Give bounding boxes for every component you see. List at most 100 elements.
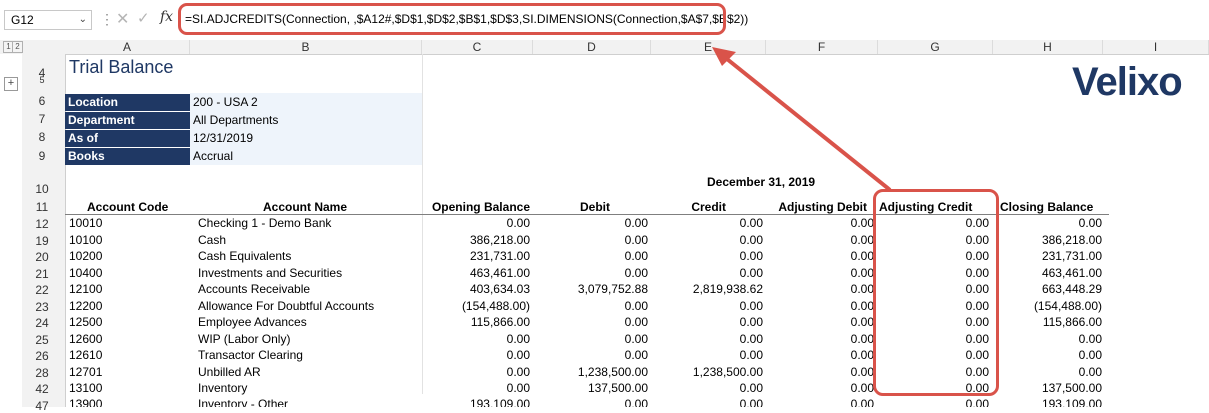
cell-adjusting-debit[interactable]: 0.00 <box>766 348 874 362</box>
cell-adjusting-debit[interactable]: 0.00 <box>766 249 874 263</box>
cell-adjusting-debit[interactable]: 0.00 <box>766 266 874 280</box>
cell-opening-balance[interactable]: 0.00 <box>422 348 530 362</box>
row-number[interactable]: 5 <box>22 75 62 85</box>
cell-opening-balance[interactable]: 0.00 <box>422 216 530 230</box>
column-header-c[interactable]: C <box>422 40 533 54</box>
cell-adjusting-debit[interactable]: 0.00 <box>766 397 874 407</box>
cell-opening-balance[interactable]: 386,218.00 <box>422 233 530 247</box>
cell-account-name[interactable]: Transactor Clearing <box>198 348 303 362</box>
cell-closing-balance[interactable]: 463,461.00 <box>993 266 1102 280</box>
cell-opening-balance[interactable]: 115,866.00 <box>422 315 530 329</box>
cell-credit[interactable]: 0.00 <box>651 315 763 329</box>
cell-debit[interactable]: 0.00 <box>533 397 648 407</box>
cell-debit[interactable]: 0.00 <box>533 266 648 280</box>
cell-adjusting-debit[interactable]: 0.00 <box>766 299 874 313</box>
cell-opening-balance[interactable]: 0.00 <box>422 365 530 379</box>
cell-adjusting-debit[interactable]: 0.00 <box>766 381 874 395</box>
filter-value-as-of[interactable]: 12/31/2019 <box>190 130 422 147</box>
insert-function-icon[interactable]: fx <box>160 9 173 25</box>
cell-account-code[interactable]: 12100 <box>69 282 102 296</box>
outline-level-2[interactable]: 2 <box>12 41 23 53</box>
column-header-d[interactable]: D <box>533 40 651 54</box>
cell-account-name[interactable]: Inventory <box>198 381 247 395</box>
cell-credit[interactable]: 0.00 <box>651 348 763 362</box>
cell-account-code[interactable]: 10100 <box>69 233 102 247</box>
cell-account-name[interactable]: Employee Advances <box>198 315 307 329</box>
cell-account-code[interactable]: 12600 <box>69 332 102 346</box>
cell-credit[interactable]: 0.00 <box>651 381 763 395</box>
cell-closing-balance[interactable]: 193,109.00 <box>993 397 1102 407</box>
row-number[interactable]: 11 <box>22 200 62 214</box>
cell-credit[interactable]: 0.00 <box>651 266 763 280</box>
cell-closing-balance[interactable]: (154,488.00) <box>993 299 1102 313</box>
column-header-a[interactable]: A <box>65 40 190 54</box>
cell-opening-balance[interactable]: 0.00 <box>422 332 530 346</box>
cell-closing-balance[interactable]: 231,731.00 <box>993 249 1102 263</box>
cell-adjusting-debit[interactable]: 0.00 <box>766 365 874 379</box>
cell-opening-balance[interactable]: (154,488.00) <box>422 299 530 313</box>
cell-credit[interactable]: 0.00 <box>651 216 763 230</box>
cell-debit[interactable]: 0.00 <box>533 216 648 230</box>
cell-debit[interactable]: 0.00 <box>533 249 648 263</box>
cell-opening-balance[interactable]: 403,634.03 <box>422 282 530 296</box>
cell-closing-balance[interactable]: 0.00 <box>993 365 1102 379</box>
cell-closing-balance[interactable]: 0.00 <box>993 216 1102 230</box>
cell-account-code[interactable]: 10400 <box>69 266 102 280</box>
cell-debit[interactable]: 0.00 <box>533 299 648 313</box>
cell-account-code[interactable]: 12701 <box>69 365 102 379</box>
cell-credit[interactable]: 0.00 <box>651 249 763 263</box>
cell-opening-balance[interactable]: 0.00 <box>422 381 530 395</box>
cell-debit[interactable]: 137,500.00 <box>533 381 648 395</box>
cell-account-code[interactable]: 12500 <box>69 315 102 329</box>
expand-icon[interactable]: + <box>4 77 18 91</box>
cell-account-name[interactable]: Accounts Receivable <box>198 282 310 296</box>
cell-account-name[interactable]: Cash Equivalents <box>198 249 291 263</box>
cell-closing-balance[interactable]: 663,448.29 <box>993 282 1102 296</box>
cell-account-name[interactable]: Unbilled AR <box>198 365 261 379</box>
cell-credit[interactable]: 0.00 <box>651 233 763 247</box>
column-header-b[interactable]: B <box>190 40 422 54</box>
cell-adjusting-debit[interactable]: 0.00 <box>766 216 874 230</box>
cancel-icon[interactable]: ✕ <box>116 9 129 29</box>
column-header-h[interactable]: H <box>993 40 1103 54</box>
cell-debit[interactable]: 0.00 <box>533 315 648 329</box>
cell-opening-balance[interactable]: 231,731.00 <box>422 249 530 263</box>
cell-debit[interactable]: 0.00 <box>533 332 648 346</box>
cell-opening-balance[interactable]: 463,461.00 <box>422 266 530 280</box>
cell-closing-balance[interactable]: 0.00 <box>993 332 1102 346</box>
cell-account-name[interactable]: Checking 1 - Demo Bank <box>198 216 331 230</box>
more-icon[interactable]: ⋮ <box>100 11 114 28</box>
cell-account-name[interactable]: Allowance For Doubtful Accounts <box>198 299 374 313</box>
cell-credit[interactable]: 0.00 <box>651 397 763 407</box>
name-box[interactable]: G12 ⌄ <box>4 10 92 30</box>
cell-adjusting-credit[interactable]: 0.00 <box>878 397 989 407</box>
row-number[interactable]: 8 <box>22 130 62 144</box>
enter-icon[interactable]: ✓ <box>137 9 150 27</box>
cell-account-name[interactable]: Inventory - Other <box>198 397 288 407</box>
cell-adjusting-debit[interactable]: 0.00 <box>766 282 874 296</box>
cell-debit[interactable]: 0.00 <box>533 348 648 362</box>
cell-credit[interactable]: 0.00 <box>651 332 763 346</box>
cell-adjusting-debit[interactable]: 0.00 <box>766 315 874 329</box>
column-header-g[interactable]: G <box>878 40 993 54</box>
row-number[interactable]: 10 <box>22 182 62 196</box>
cell-account-code[interactable]: 13100 <box>69 381 102 395</box>
row-number[interactable]: 9 <box>22 149 62 163</box>
cell-closing-balance[interactable]: 0.00 <box>993 348 1102 362</box>
cell-account-code[interactable]: 12200 <box>69 299 102 313</box>
cell-account-name[interactable]: WIP (Labor Only) <box>198 332 290 346</box>
chevron-down-icon[interactable]: ⌄ <box>79 11 87 29</box>
column-header-e[interactable]: E <box>651 40 766 54</box>
cell-account-code[interactable]: 10010 <box>69 216 102 230</box>
cell-debit[interactable]: 1,238,500.00 <box>533 365 648 379</box>
column-header-f[interactable]: F <box>766 40 878 54</box>
cell-account-name[interactable]: Investments and Securities <box>198 266 342 280</box>
cell-closing-balance[interactable]: 386,218.00 <box>993 233 1102 247</box>
cell-debit[interactable]: 3,079,752.88 <box>533 282 648 296</box>
cell-credit[interactable]: 1,238,500.00 <box>651 365 763 379</box>
cell-account-code[interactable]: 12610 <box>69 348 102 362</box>
cell-opening-balance[interactable]: 193,109.00 <box>422 397 530 407</box>
cell-adjusting-debit[interactable]: 0.00 <box>766 233 874 247</box>
cell-account-name[interactable]: Cash <box>198 233 226 247</box>
cell-closing-balance[interactable]: 115,866.00 <box>993 315 1102 329</box>
